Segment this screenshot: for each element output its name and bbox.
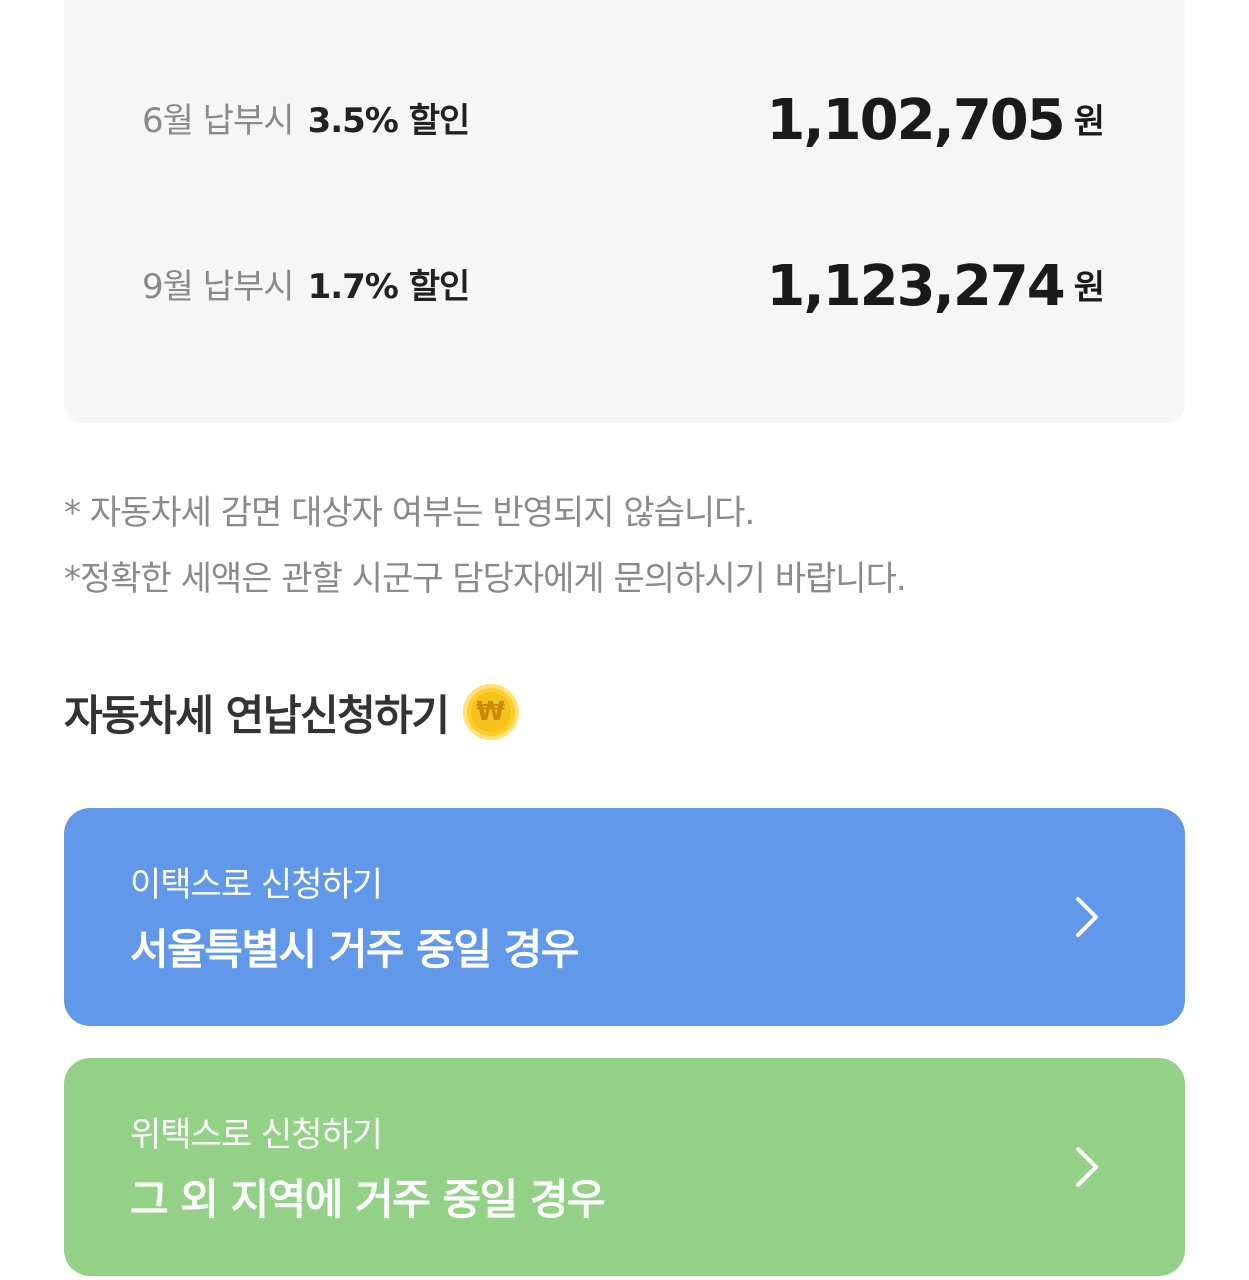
discount-rate-label: 1.7% 할인 xyxy=(307,267,471,307)
card-subtitle: 이택스로 신청하기 xyxy=(130,865,383,905)
section-title: 자동차세 연납신청하기 xyxy=(64,690,450,740)
discount-label: 9월 납부시 1.7% 할인 xyxy=(142,266,471,308)
discount-amount: 1,102,705 원 xyxy=(766,86,1105,156)
section-header: 자동차세 연납신청하기 ₩ xyxy=(64,680,519,744)
card-title: 서울특별시 거주 중일 경우 xyxy=(130,925,579,974)
discount-row-september: 9월 납부시 1.7% 할인 1,123,274 원 xyxy=(142,252,1105,322)
disclaimer-note: * 자동차세 감면 대상자 여부는 반영되지 않습니다. xyxy=(64,493,755,533)
payment-month-label: 9월 납부시 xyxy=(142,267,295,307)
currency-unit: 원 xyxy=(1073,268,1105,308)
chevron-right-icon xyxy=(1076,1147,1098,1187)
amount-value: 1,102,705 xyxy=(766,88,1065,153)
discount-row-june: 6월 납부시 3.5% 할인 1,102,705 원 xyxy=(142,86,1105,156)
coin-icon: ₩ xyxy=(462,684,519,740)
discount-amount: 1,123,274 원 xyxy=(766,252,1105,322)
discount-rate-label: 3.5% 할인 xyxy=(307,101,471,141)
chevron-right-icon xyxy=(1076,897,1098,937)
card-subtitle: 위택스로 신청하기 xyxy=(130,1115,383,1155)
card-title: 그 외 지역에 거주 중일 경우 xyxy=(130,1175,606,1224)
payment-month-label: 6월 납부시 xyxy=(142,101,295,141)
currency-unit: 원 xyxy=(1073,102,1105,142)
disclaimer-notes: * 자동차세 감면 대상자 여부는 반영되지 않습니다. *정확한 세액은 관할… xyxy=(64,480,1185,612)
discount-label: 6월 납부시 3.5% 할인 xyxy=(142,100,471,142)
amount-value: 1,123,274 xyxy=(766,254,1065,319)
won-symbol: ₩ xyxy=(470,692,511,732)
wetax-apply-button[interactable]: 위택스로 신청하기 그 외 지역에 거주 중일 경우 xyxy=(64,1058,1185,1276)
page: 6월 납부시 3.5% 할인 1,102,705 원 9월 납부시 1.7% 할인 1… xyxy=(0,0,1249,1280)
etax-apply-button[interactable]: 이택스로 신청하기 서울특별시 거주 중일 경우 xyxy=(64,808,1185,1026)
disclaimer-note: *정확한 세액은 관할 시군구 담당자에게 문의하시기 바랍니다. xyxy=(64,559,907,599)
discount-summary-card: 6월 납부시 3.5% 할인 1,102,705 원 9월 납부시 1.7% 할인 1… xyxy=(64,0,1185,423)
